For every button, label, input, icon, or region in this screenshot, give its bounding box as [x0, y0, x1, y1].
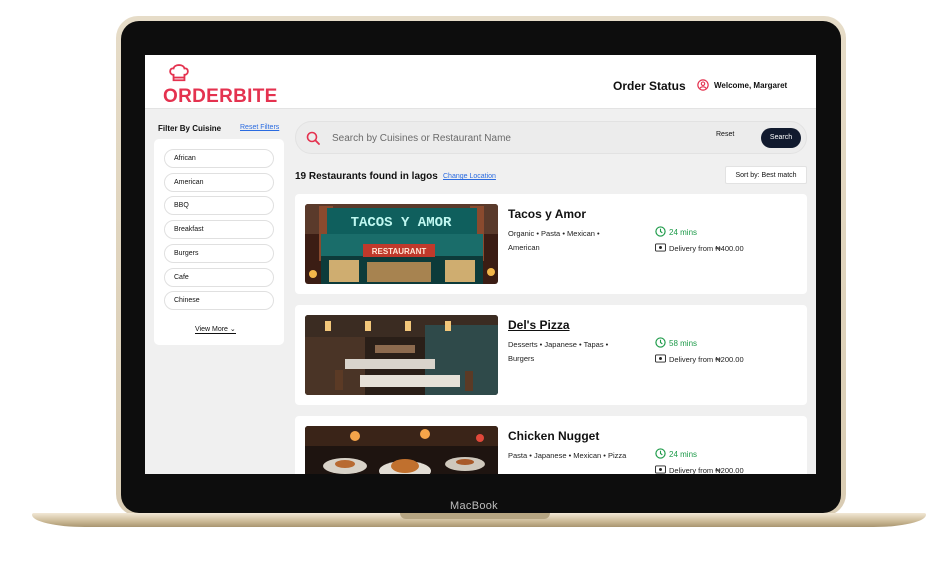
device-brand: MacBook [450, 500, 498, 512]
change-location-link[interactable]: Change Location [443, 173, 496, 180]
tags-line: Desserts • Japanese • Tapas • [508, 340, 609, 349]
logo[interactable]: ORDERBITE [163, 63, 278, 106]
delivery-fee: Delivery from ₦400.00 [669, 244, 744, 253]
money-icon [655, 354, 666, 363]
restaurant-name[interactable]: Chicken Nugget [508, 429, 599, 443]
delivery-time: 24 mins [669, 450, 698, 459]
restaurant-card[interactable]: TACOS Y AMOR RESTAURANT Tacos y Amor Org… [295, 194, 807, 294]
cuisine-chip-bbq[interactable]: BBQ [164, 196, 274, 215]
delivery-time: 24 mins [669, 228, 698, 237]
chevron-down-icon: ⌄ [229, 326, 236, 333]
welcome-text[interactable]: Welcome, Margaret [714, 81, 787, 90]
restaurant-tags: Desserts • Japanese • Tapas • Burgers [508, 338, 636, 366]
cuisine-chip-chinese[interactable]: Chinese [164, 291, 274, 310]
tags-line: Pasta • Japanese • Mexican • Pizza [508, 451, 627, 460]
sort-dropdown[interactable]: Sort by: Best match [725, 166, 807, 184]
filter-title: Filter By Cuisine [158, 124, 222, 133]
restaurant-name[interactable]: Del's Pizza [508, 318, 570, 332]
results-count: 19 Restaurants found in lagos [295, 171, 438, 182]
view-more-label: View More [195, 326, 228, 333]
logo-text: ORDERBITE [163, 86, 278, 107]
restaurant-tags: Organic • Pasta • Mexican • American [508, 227, 636, 255]
stage: MacBook ORDERBITE Order Status Welcome, … [0, 0, 948, 568]
restaurant-tags: Pasta • Japanese • Mexican • Pizza [508, 449, 658, 463]
screen: ORDERBITE Order Status Welcome, Margaret… [145, 55, 816, 474]
restaurant-image [305, 426, 498, 474]
reset-button[interactable]: Reset [716, 131, 734, 138]
view-more-button[interactable]: View More ⌄ [195, 325, 236, 334]
clock-icon [655, 226, 666, 237]
money-icon [655, 243, 666, 252]
restaurant-name[interactable]: Tacos y Amor [508, 207, 586, 221]
cuisine-chip-cafe[interactable]: Cafe [164, 268, 274, 287]
delivery-fee: Delivery from ₦200.00 [669, 466, 744, 474]
search-button[interactable]: Search [761, 128, 801, 148]
cuisine-chip-burgers[interactable]: Burgers [164, 244, 274, 263]
user-icon[interactable] [697, 79, 709, 91]
clock-icon [655, 337, 666, 348]
restaurant-image [305, 315, 498, 395]
cuisine-chip-american[interactable]: American [164, 173, 274, 192]
order-status-link[interactable]: Order Status [613, 79, 686, 93]
clock-icon [655, 448, 666, 459]
restaurant-card[interactable]: Chicken Nugget Pasta • Japanese • Mexica… [295, 416, 807, 474]
top-bar: ORDERBITE Order Status Welcome, Margaret [145, 55, 816, 109]
restaurant-image: TACOS Y AMOR RESTAURANT [305, 204, 498, 284]
cuisine-chip-breakfast[interactable]: Breakfast [164, 220, 274, 239]
laptop-notch [400, 513, 550, 519]
money-icon [655, 465, 666, 474]
tags-line: American [508, 243, 540, 252]
cuisine-chip-african[interactable]: African [164, 149, 274, 168]
search-icon [306, 131, 320, 145]
delivery-time: 58 mins [669, 339, 698, 348]
chef-hat-icon [169, 64, 189, 82]
reset-filters-link[interactable]: Reset Filters [240, 124, 279, 131]
restaurant-card[interactable]: Del's Pizza Desserts • Japanese • Tapas … [295, 305, 807, 405]
cuisine-filter-panel: African American BBQ Breakfast Burgers C… [154, 139, 284, 345]
tags-line: Organic • Pasta • Mexican • [508, 229, 600, 238]
search-input[interactable] [332, 131, 692, 145]
delivery-fee: Delivery from ₦200.00 [669, 355, 744, 364]
sign-text: TACOS Y AMOR [351, 215, 452, 231]
search-bar: Reset Search [295, 121, 807, 154]
sign-subtext: RESTAURANT [372, 247, 427, 256]
tags-line: Burgers [508, 354, 535, 363]
